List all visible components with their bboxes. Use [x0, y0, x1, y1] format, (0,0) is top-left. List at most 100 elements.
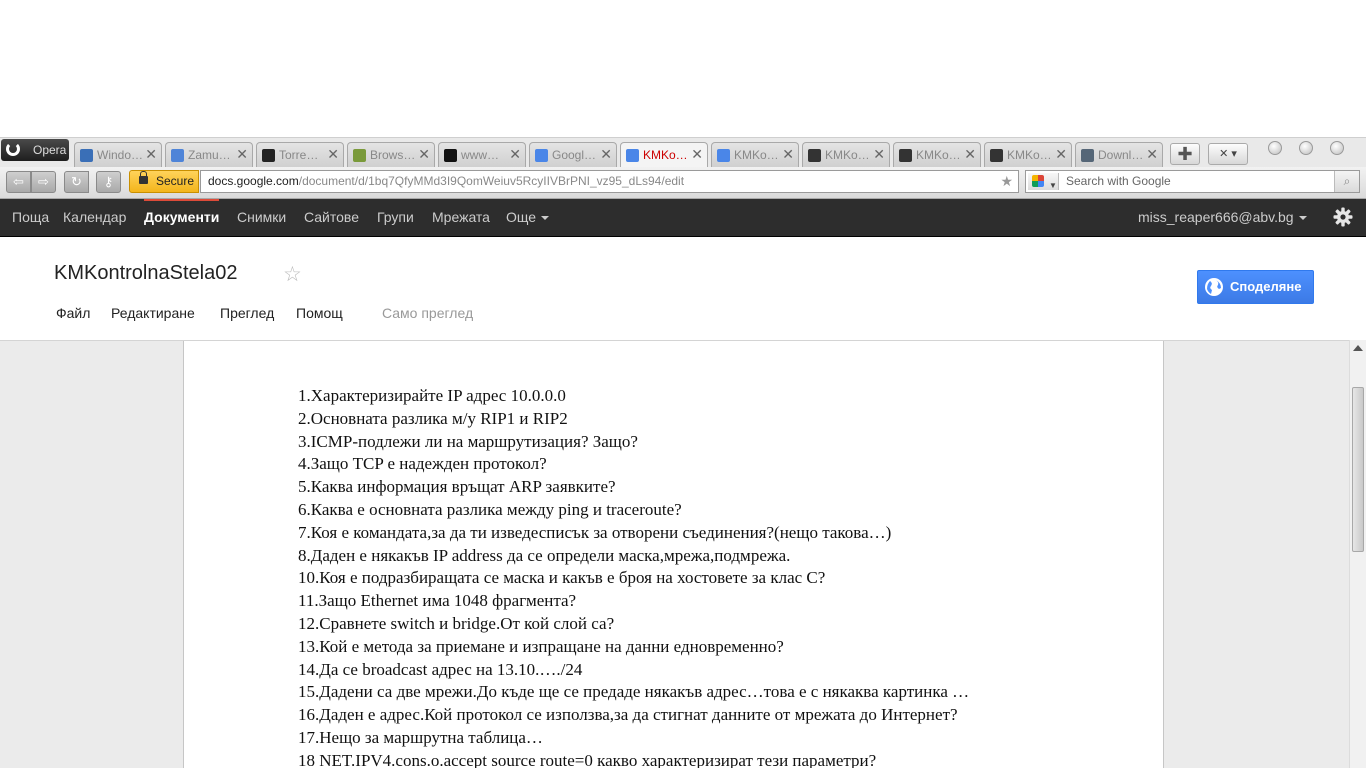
gear-icon[interactable]: [1333, 207, 1353, 227]
close-icon[interactable]: ✕: [964, 146, 976, 163]
close-icon[interactable]: ✕: [418, 146, 430, 163]
share-button[interactable]: Споделяне: [1197, 270, 1314, 304]
gbar-item-label: Мрежата: [432, 209, 490, 225]
plus-icon: ✚: [1177, 144, 1193, 164]
gbar-item-label: Още: [506, 209, 537, 225]
document-line: 16.Даден е адрес.Кой протокол се използв…: [298, 705, 958, 725]
close-icon[interactable]: ✕: [1146, 146, 1158, 163]
torrent-icon: [262, 149, 275, 162]
tab-label: Windo…: [97, 148, 144, 162]
vertical-scrollbar[interactable]: [1349, 340, 1366, 768]
close-icon[interactable]: ✕: [691, 146, 703, 163]
home-button[interactable]: ⚷: [96, 171, 121, 193]
maximize-button[interactable]: [1299, 141, 1313, 155]
image-icon: [990, 149, 1003, 162]
gbar-item[interactable]: Снимки: [237, 199, 286, 236]
document-line: 14.Да се broadcast адрес на 13.10.…./24: [298, 659, 583, 679]
gbar-item-label: Календар: [63, 209, 127, 225]
key-icon: ⚷: [103, 174, 114, 189]
browser-tab[interactable]: www… ✕: [438, 142, 526, 168]
browser-tab[interactable]: KMKo… ✕: [620, 142, 708, 168]
gbar-item[interactable]: Документи: [144, 199, 220, 236]
gbar-item[interactable]: Още: [506, 199, 550, 236]
google-bar: Поща Календар Документи Снимки Сайтове Групи М…: [0, 199, 1366, 237]
document-line: 10.Коя е подразбиращата се маска и какъв…: [298, 568, 826, 588]
gbar-item-label: Сайтове: [304, 209, 359, 225]
browser-tab[interactable]: KMKo… ✕: [893, 142, 981, 168]
document-line: 6.Каква е основната разлика между ping и…: [298, 499, 682, 519]
download-icon: [1081, 149, 1094, 162]
close-icon[interactable]: ✕: [600, 146, 612, 163]
close-icon[interactable]: ✕: [509, 146, 521, 163]
forward-button[interactable]: ⇨: [31, 171, 56, 193]
document-canvas[interactable]: 1.Характеризирайте IP адрес 10.0.0.0 2.Ос…: [0, 340, 1349, 768]
close-window-button[interactable]: [1330, 141, 1344, 155]
closed-tabs-button[interactable]: ✕ ▾: [1208, 143, 1248, 165]
star-icon[interactable]: ☆: [283, 262, 302, 287]
document-text: 1.Характеризирайте IP адрес 10.0.0.0 2.Ос…: [298, 385, 969, 768]
gbar-item[interactable]: Мрежата: [432, 199, 490, 236]
close-icon[interactable]: ✕: [327, 146, 339, 163]
search-placeholder: Search with Google: [1066, 174, 1171, 188]
browser-tab[interactable]: Downl… ✕: [1075, 142, 1163, 168]
address-field[interactable]: docs.google.com/document/d/1bq7QfyMMd3I9…: [200, 170, 1019, 193]
document-page[interactable]: 1.Характеризирайте IP адрес 10.0.0.0 2.Ос…: [183, 341, 1164, 768]
image-icon: [808, 149, 821, 162]
browser-tab[interactable]: KMKo… ✕: [802, 142, 890, 168]
image-icon: [899, 149, 912, 162]
close-icon[interactable]: ✕: [1055, 146, 1067, 163]
url-path: /document/d/1bq7QfyMMd3I9QomWeiuv5RcyIIV…: [298, 174, 685, 188]
close-icon[interactable]: ✕: [145, 146, 157, 163]
reload-button[interactable]: ↻: [64, 171, 89, 193]
document-line: 13.Кой е метода за приемане и изпращане …: [298, 636, 784, 656]
gbar-item[interactable]: Сайтове: [304, 199, 359, 236]
gbar-item[interactable]: Календар: [63, 199, 126, 236]
browser-tab[interactable]: Brows… ✕: [347, 142, 435, 168]
back-button[interactable]: ⇦: [6, 171, 31, 193]
search-engine-selector[interactable]: ▼: [1028, 173, 1059, 190]
browser-tab[interactable]: KMKo… ✕: [984, 142, 1072, 168]
lock-icon: [139, 171, 148, 184]
search-icon[interactable]: ⌕: [1334, 171, 1359, 192]
close-icon[interactable]: ✕: [782, 146, 794, 163]
tab-label: Brows…: [370, 148, 416, 162]
secure-label: Secure: [156, 174, 195, 188]
new-tab-button[interactable]: ✚: [1170, 143, 1200, 165]
browser-tab[interactable]: Googl… ✕: [529, 142, 617, 168]
browser-tab[interactable]: Zamu… ✕: [165, 142, 253, 168]
gbar-item[interactable]: Групи: [377, 199, 414, 236]
menu-item[interactable]: Преглед: [220, 305, 274, 321]
scrollbar-thumb[interactable]: [1352, 387, 1364, 552]
chevron-down-icon: [1298, 216, 1307, 221]
tab-label: www…: [461, 148, 499, 162]
menu-item[interactable]: Помощ: [296, 305, 343, 321]
tab-label: KMKo…: [1007, 148, 1052, 162]
secure-badge[interactable]: Secure: [129, 170, 199, 193]
document-line: 12.Сравнете switch и bridge.От кой слой …: [298, 613, 615, 633]
bookmark-star-icon[interactable]: ★: [1000, 171, 1013, 192]
browser-tab[interactable]: KMKo… ✕: [711, 142, 799, 168]
account-menu[interactable]: miss_reaper666@abv.bg: [1138, 199, 1307, 236]
account-email: miss_reaper666@abv.bg: [1138, 209, 1294, 225]
document-title[interactable]: KMKontrolnaStela02: [54, 262, 237, 285]
search-field[interactable]: ▼ Search with Google ⌕: [1025, 170, 1360, 193]
scroll-up-icon[interactable]: [1353, 345, 1363, 351]
document-icon: [717, 149, 730, 162]
address-toolbar: ⇦ ⇨ ↻ ⚷ Secure docs.google.com/document/…: [0, 167, 1366, 199]
tab-label: Downl…: [1098, 148, 1144, 162]
browser-tab[interactable]: Torre… ✕: [256, 142, 344, 168]
tab-label: Torre…: [279, 148, 319, 162]
menu-item[interactable]: Файл: [56, 305, 90, 321]
document-line: 15.Дадени са две мрежи.До къде ще се пре…: [298, 682, 970, 702]
close-icon[interactable]: ✕: [236, 146, 248, 163]
chevron-down-icon: ▼: [1049, 181, 1057, 190]
close-icon[interactable]: ✕: [873, 146, 885, 163]
document-line: 1.Характеризирайте IP адрес 10.0.0.0: [298, 386, 566, 405]
minimize-button[interactable]: [1268, 141, 1282, 155]
opera-menu-button[interactable]: Opera: [1, 139, 69, 161]
pirate-icon: [444, 149, 457, 162]
forward-arrow-icon: ⇨: [38, 174, 49, 189]
menu-item[interactable]: Редактиране: [111, 305, 195, 321]
gbar-item[interactable]: Поща: [12, 199, 49, 236]
browser-tab[interactable]: Windo… ✕: [74, 142, 162, 168]
